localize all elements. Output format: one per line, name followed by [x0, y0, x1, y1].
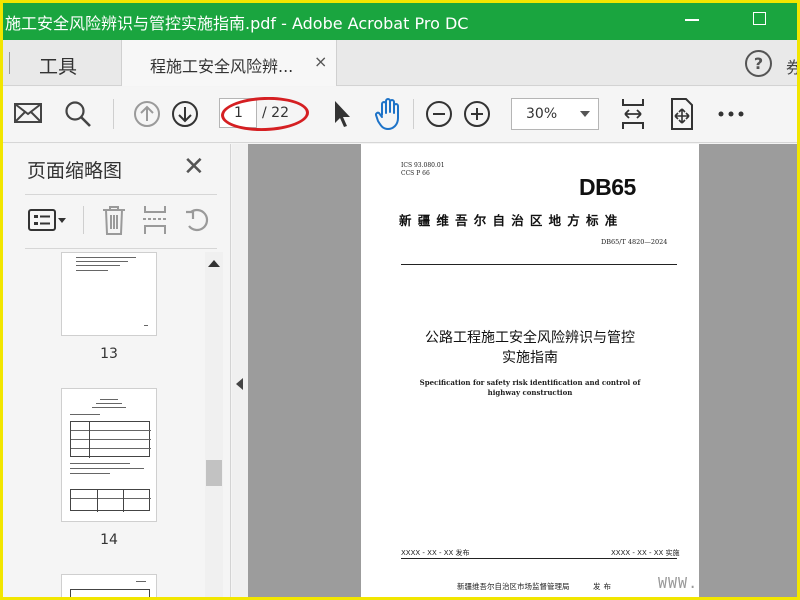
tab-divider	[9, 52, 10, 74]
extract-page-icon[interactable]	[141, 204, 169, 236]
help-icon[interactable]: ?	[745, 50, 772, 77]
page-thumbnail[interactable]	[61, 252, 157, 336]
rotate-page-icon[interactable]	[183, 206, 213, 234]
thumbnail-page-number: 14	[100, 532, 118, 548]
thumb-text-line	[92, 407, 126, 408]
thumb-text-line	[70, 473, 110, 474]
thumb-table	[70, 489, 151, 512]
thumb-text-line	[76, 265, 120, 266]
pdf-page: ICS 93.080.01 CCS P 66 DB65 新疆维吾尔自治区地方标准…	[361, 144, 699, 597]
thumb-text-line	[76, 270, 108, 271]
zoom-select[interactable]: 30%	[511, 98, 599, 130]
release-date: XXXX - XX - XX 发布	[401, 549, 470, 557]
thumb-table-col	[89, 422, 90, 458]
thumb-text-line	[76, 257, 136, 258]
previous-page-icon[interactable]	[133, 100, 161, 128]
mail-icon[interactable]	[13, 101, 43, 125]
thumb-text-line	[71, 498, 151, 499]
implementation-date: XXXX - XX - XX 实施	[611, 549, 680, 557]
thumb-text-line	[144, 325, 148, 326]
thumb-text-line	[70, 414, 100, 415]
minimize-button[interactable]	[685, 19, 699, 21]
thumb-text-line	[76, 261, 128, 262]
hand-tool-icon[interactable]	[373, 97, 405, 131]
english-title-line: Specification for safety risk identifica…	[419, 378, 641, 387]
zoom-value: 30%	[526, 106, 558, 122]
footer-rule	[401, 558, 677, 559]
panel-splitter[interactable]	[232, 144, 248, 597]
thumbnail-scrollbar[interactable]	[205, 252, 223, 597]
thumbnails-panel: 页面缩略图 ✕ 13 14	[3, 144, 231, 599]
watermark-text: WWW.	[658, 574, 699, 592]
tab-tools[interactable]: 工具	[39, 52, 77, 79]
more-tools-icon[interactable]	[717, 109, 745, 119]
page-thumbnail[interactable]	[61, 574, 157, 599]
tab-document[interactable]: 程施工安全风险辨... ×	[121, 40, 337, 86]
issued-label: 发布	[593, 582, 614, 591]
thumb-table-col	[97, 490, 98, 512]
panel-divider	[25, 248, 217, 249]
toolbar-divider	[113, 99, 114, 129]
toolbar: 1 / 22 30%	[3, 87, 797, 143]
english-title-line: highway construction	[487, 388, 573, 397]
tab-bar: 工具 程施工安全风险辨... × ? 券	[3, 40, 797, 86]
thumb-table-col	[123, 490, 124, 512]
window-title: 施工安全风险辨识与管控实施指南.pdf - Adobe Acrobat Pro …	[5, 14, 469, 33]
ccs-code: CCS P 66	[401, 170, 430, 177]
thumb-table	[70, 589, 151, 599]
close-panel-icon[interactable]: ✕	[183, 154, 205, 180]
maximize-button[interactable]	[753, 12, 766, 25]
panel-title: 页面缩略图	[27, 160, 123, 182]
issuing-authority: 新疆维吾尔自治区市场监督管理局	[457, 582, 570, 591]
scroll-up-icon[interactable]	[208, 260, 220, 267]
thumb-text-line	[71, 598, 151, 599]
close-tab-icon[interactable]: ×	[314, 52, 327, 71]
scrollbar-thumb[interactable]	[206, 460, 222, 486]
standard-category: 新疆维吾尔自治区地方标准	[399, 213, 624, 228]
chevron-down-icon	[580, 111, 590, 117]
zoom-out-icon[interactable]	[425, 100, 453, 128]
toolbar-divider	[413, 99, 414, 129]
thumb-table	[70, 421, 151, 458]
panel-tool-divider	[83, 206, 84, 234]
thumb-text-line	[96, 403, 122, 404]
header-rule	[401, 264, 677, 265]
next-page-icon[interactable]	[171, 100, 199, 128]
thumb-text-line	[70, 463, 130, 464]
zoom-in-icon[interactable]	[463, 100, 491, 128]
english-title: Specification for safety risk identifica…	[361, 378, 699, 398]
thumb-text-line	[71, 448, 151, 449]
panel-divider	[25, 194, 217, 195]
select-cursor-icon[interactable]	[331, 99, 353, 129]
collapse-panel-icon[interactable]	[236, 378, 243, 390]
thumb-text-line	[136, 581, 146, 582]
tab-document-label: 程施工安全风险辨...	[150, 57, 294, 76]
thumb-text-line	[100, 399, 118, 400]
delete-page-icon[interactable]	[101, 204, 127, 236]
thumbnail-list: 13 14	[25, 252, 203, 599]
thumb-text-line	[71, 430, 151, 431]
sign-in-partial[interactable]: 券	[786, 54, 797, 78]
thumbnail-page-number: 13	[100, 346, 118, 362]
fit-page-icon[interactable]	[619, 97, 647, 131]
search-icon[interactable]	[63, 99, 93, 129]
standard-number: DB65/T 4820—2024	[601, 238, 668, 246]
full-screen-icon[interactable]	[668, 97, 696, 131]
title-line: 公路工程施工安全风险辨识与管控	[425, 330, 635, 346]
standard-logo: DB65	[579, 174, 636, 200]
thumbnail-options-icon[interactable]	[27, 206, 69, 234]
document-view[interactable]: ICS 93.080.01 CCS P 66 DB65 新疆维吾尔自治区地方标准…	[248, 144, 797, 597]
title-line: 实施指南	[502, 350, 558, 366]
ics-code: ICS 93.080.01	[401, 162, 445, 169]
thumb-text-line	[71, 439, 151, 440]
page-thumbnail[interactable]	[61, 388, 157, 522]
document-title: 公路工程施工安全风险辨识与管控 实施指南	[361, 328, 699, 368]
app-window: 施工安全风险辨识与管控实施指南.pdf - Adobe Acrobat Pro …	[0, 0, 800, 600]
thumb-text-line	[70, 468, 144, 469]
title-bar: 施工安全风险辨识与管控实施指南.pdf - Adobe Acrobat Pro …	[3, 3, 797, 40]
